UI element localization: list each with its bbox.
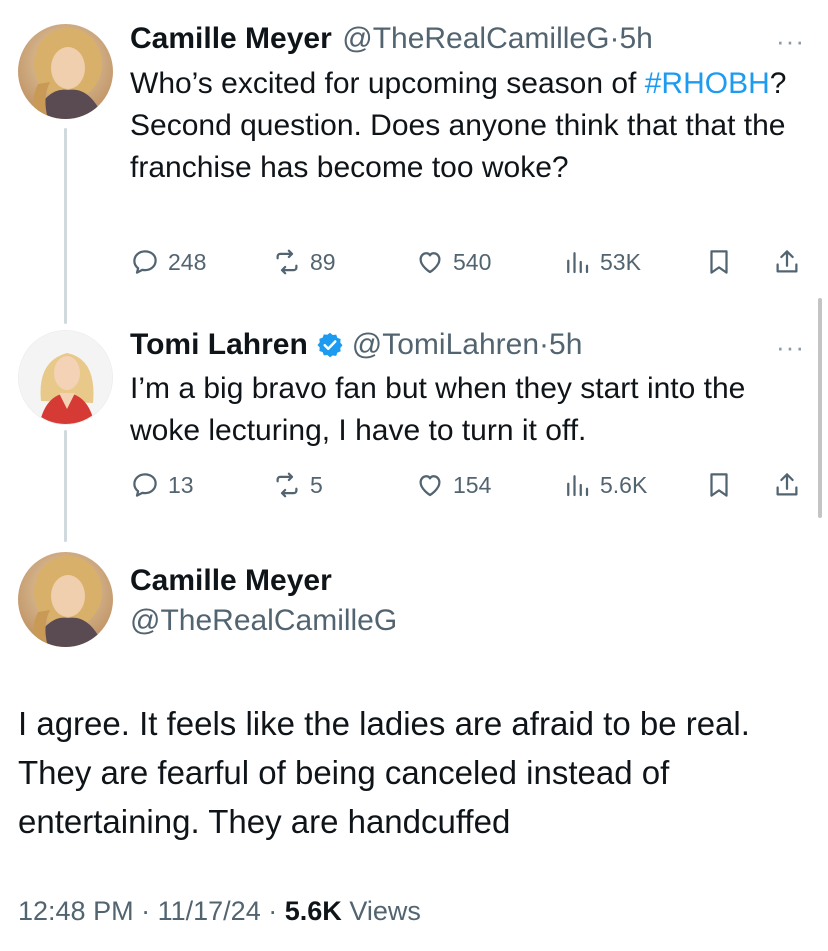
tweet-actions: 13 5 154 5.6K [130, 465, 810, 505]
author-name[interactable]: Tomi Lahren [130, 328, 308, 362]
avatar[interactable] [18, 330, 113, 425]
reply-button[interactable]: 13 [130, 465, 194, 505]
views-count: 53K [600, 248, 641, 275]
tweet-time[interactable]: 12:48 PM [18, 896, 134, 926]
tweet-date[interactable]: 11/17/24 [158, 896, 261, 926]
views-count: 5.6K [600, 471, 648, 498]
more-icon[interactable]: ··· [776, 26, 805, 57]
like-button[interactable]: 154 [415, 465, 491, 505]
tweet-actions: 248 89 540 53K [130, 242, 810, 282]
more-icon[interactable]: ··· [776, 332, 805, 363]
avatar[interactable] [18, 24, 113, 119]
views-icon [567, 475, 589, 497]
author-handle[interactable]: @TheRealCamilleG [130, 604, 397, 638]
share-button[interactable] [772, 242, 810, 282]
author-handle[interactable]: @TomiLahren [352, 328, 539, 362]
author-name[interactable]: Camille Meyer [130, 564, 332, 598]
bookmark-button[interactable] [704, 242, 742, 282]
like-icon [419, 475, 441, 497]
separator: · [609, 22, 620, 55]
repost-icon [276, 472, 298, 498]
bookmark-button[interactable] [704, 465, 742, 505]
tweet-time[interactable]: 5h [549, 328, 582, 362]
reply-icon [133, 473, 157, 497]
share-icon [776, 473, 798, 496]
bookmark-icon [710, 250, 728, 274]
thread-connector [64, 430, 67, 542]
share-button[interactable] [772, 465, 810, 505]
tweet-text-part: Who’s excited for upcoming season of [130, 67, 637, 100]
repost-button[interactable]: 5 [272, 465, 323, 505]
author-name[interactable]: Camille Meyer [130, 22, 332, 55]
reply-icon [133, 250, 157, 274]
separator: · [141, 896, 151, 926]
repost-count: 5 [310, 471, 323, 498]
reply-count: 248 [168, 248, 207, 275]
like-button[interactable]: 540 [415, 242, 491, 282]
share-icon [776, 250, 798, 273]
avatar[interactable] [18, 552, 113, 647]
tweet-meta: 12:48 PM · 11/17/24 · 5.6K Views [18, 896, 421, 927]
views-label: Views [349, 896, 421, 926]
tweet-time[interactable]: 5h [619, 22, 652, 55]
author-handle[interactable]: @TheRealCamilleG [342, 22, 609, 55]
separator: · [539, 328, 550, 361]
verified-badge-icon [317, 332, 343, 358]
repost-icon [276, 249, 298, 275]
reply-count: 13 [168, 471, 194, 498]
hashtag-link[interactable]: #RHOBH [645, 67, 770, 100]
main-tweet-text: I agree. It feels like the ladies are af… [18, 705, 750, 840]
reply-button[interactable]: 248 [130, 242, 206, 282]
scrollbar[interactable] [818, 298, 822, 518]
views-button[interactable]: 5.6K [562, 465, 647, 505]
like-count: 540 [453, 248, 492, 275]
views-count: 5.6K [284, 896, 342, 926]
separator: · [268, 896, 278, 926]
tweet-text: Who’s excited for upcoming season of #RH… [130, 63, 800, 189]
repost-button[interactable]: 89 [272, 242, 336, 282]
views-icon [567, 252, 589, 274]
thread-connector [64, 128, 67, 324]
like-icon [419, 252, 441, 274]
views-button[interactable]: 53K [562, 242, 641, 282]
like-count: 154 [453, 471, 492, 498]
bookmark-icon [710, 473, 728, 497]
repost-count: 89 [310, 248, 336, 275]
tweet-text: I’m a big bravo fan but when they start … [130, 372, 746, 447]
